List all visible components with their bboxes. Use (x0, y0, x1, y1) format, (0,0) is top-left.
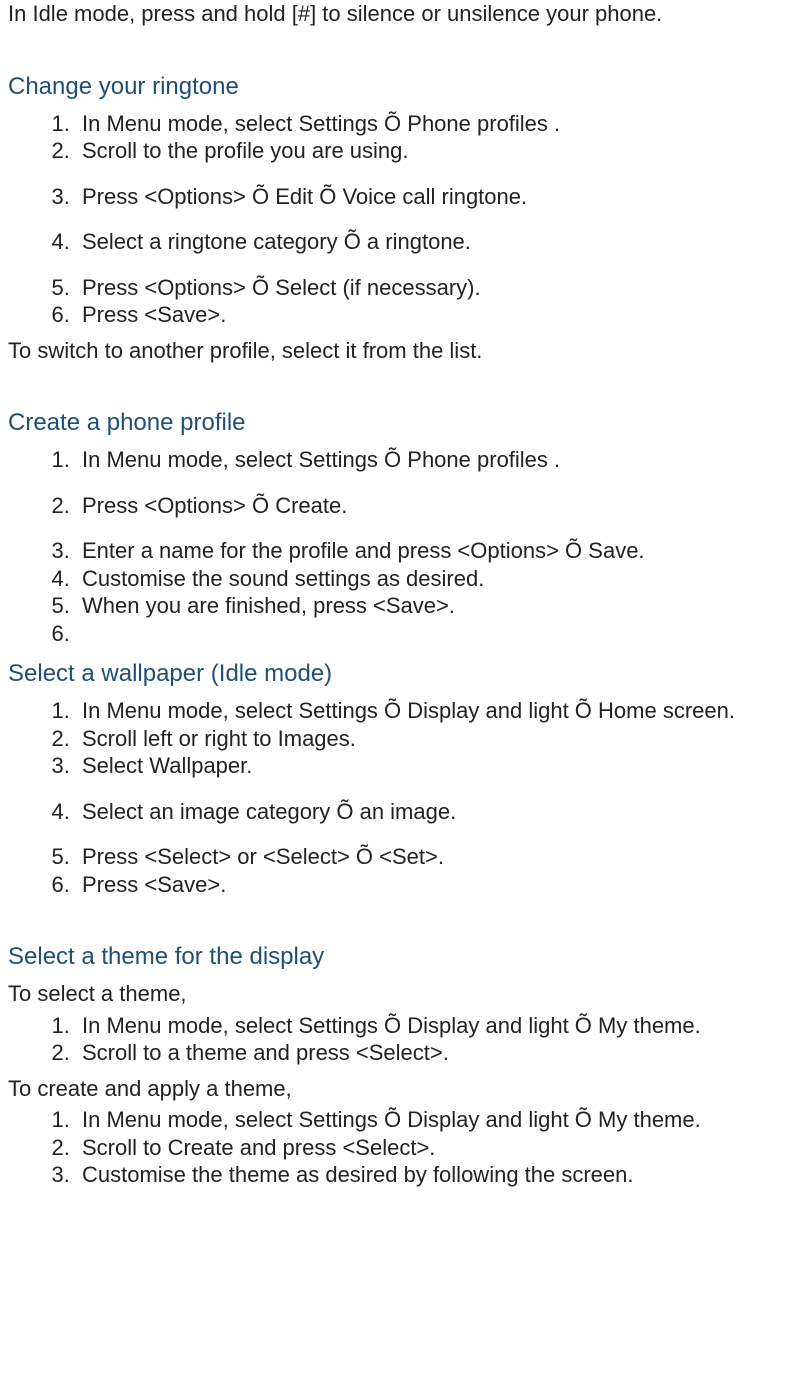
list-item: Select an image category Õ an image. (76, 798, 803, 826)
list-item: In Menu mode, select Settings Õ Display … (76, 1106, 803, 1134)
intro-text: In Idle mode, press and hold [#] to sile… (8, 0, 803, 28)
list-item: In Menu mode, select Settings Õ Phone pr… (76, 446, 803, 474)
heading-select-theme: Select a theme for the display (8, 942, 803, 972)
list-item: In Menu mode, select Settings Õ Phone pr… (76, 110, 803, 138)
list-item: Select Wallpaper. (76, 752, 803, 780)
list-item: Press <Options> Õ Edit Õ Voice call ring… (76, 183, 803, 211)
list-item: Scroll to the profile you are using. (76, 137, 803, 165)
list-item: Scroll to Create and press <Select>. (76, 1134, 803, 1162)
heading-change-ringtone: Change your ringtone (8, 72, 803, 102)
list-item: Customise the theme as desired by follow… (76, 1161, 803, 1189)
list-item: Press <Options> Õ Create. (76, 492, 803, 520)
list-select-theme-1: In Menu mode, select Settings Õ Display … (8, 1012, 803, 1067)
section-select-wallpaper: Select a wallpaper (Idle mode) In Menu m… (8, 659, 803, 898)
list-item: Customise the sound settings as desired. (76, 565, 803, 593)
list-item (76, 620, 803, 648)
section-select-theme: Select a theme for the display To select… (8, 942, 803, 1189)
list-select-theme-2: In Menu mode, select Settings Õ Display … (8, 1106, 803, 1189)
list-item: Press <Select> or <Select> Õ <Set>. (76, 843, 803, 871)
list-item: In Menu mode, select Settings Õ Display … (76, 697, 803, 725)
list-item: In Menu mode, select Settings Õ Display … (76, 1012, 803, 1040)
list-item: Enter a name for the profile and press <… (76, 537, 803, 565)
list-item: Press <Save>. (76, 301, 803, 329)
section-create-profile: Create a phone profile In Menu mode, sel… (8, 408, 803, 647)
list-item: When you are finished, press <Save>. (76, 592, 803, 620)
list-item: Scroll to a theme and press <Select>. (76, 1039, 803, 1067)
list-select-wallpaper: In Menu mode, select Settings Õ Display … (8, 697, 803, 898)
heading-select-wallpaper: Select a wallpaper (Idle mode) (8, 659, 803, 689)
heading-create-profile: Create a phone profile (8, 408, 803, 438)
subtext-select-theme: To select a theme, (8, 980, 803, 1008)
list-item: Scroll left or right to Images. (76, 725, 803, 753)
subtext-create-theme: To create and apply a theme, (8, 1075, 803, 1103)
list-item: Press <Options> Õ Select (if necessary). (76, 274, 803, 302)
list-item: Press <Save>. (76, 871, 803, 899)
list-create-profile: In Menu mode, select Settings Õ Phone pr… (8, 446, 803, 647)
document-page: { "intro": "In Idle mode, press and hold… (0, 0, 811, 1189)
list-item: Select a ringtone category Õ a ringtone. (76, 228, 803, 256)
section-change-ringtone: Change your ringtone In Menu mode, selec… (8, 72, 803, 365)
list-change-ringtone: In Menu mode, select Settings Õ Phone pr… (8, 110, 803, 329)
trailer-text: To switch to another profile, select it … (8, 337, 803, 365)
